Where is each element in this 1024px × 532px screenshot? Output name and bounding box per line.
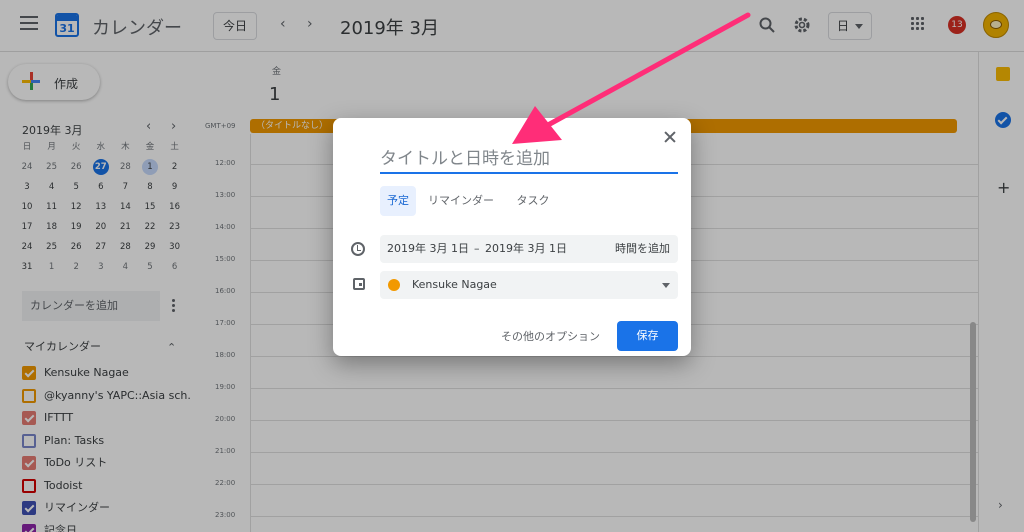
tab-task[interactable]: タスク [509,186,557,216]
calendar-select[interactable]: Kensuke Nagae [380,271,678,299]
event-title-input[interactable] [380,146,678,174]
date-separator: – [474,242,480,255]
calendar-icon [353,278,365,290]
clock-icon [351,242,365,256]
end-date[interactable]: 2019年 3月 1日 [485,235,567,263]
save-button[interactable]: 保存 [617,321,678,351]
chevron-down-icon [662,283,670,288]
more-options-button[interactable]: その他のオプション [501,328,600,344]
tab-event[interactable]: 予定 [380,186,416,216]
quick-event-dialog: 予定 リマインダー タスク 2019年 3月 1日 – 2019年 3月 1日 … [333,118,691,356]
tab-reminder[interactable]: リマインダー [424,186,498,216]
add-time-link[interactable]: 時間を追加 [615,235,670,263]
start-date[interactable]: 2019年 3月 1日 [387,235,469,263]
calendar-color-dot [388,279,400,291]
calendar-select-value: Kensuke Nagae [412,278,497,291]
date-time-row[interactable]: 2019年 3月 1日 – 2019年 3月 1日 時間を追加 [380,235,678,263]
close-icon[interactable] [663,130,677,144]
